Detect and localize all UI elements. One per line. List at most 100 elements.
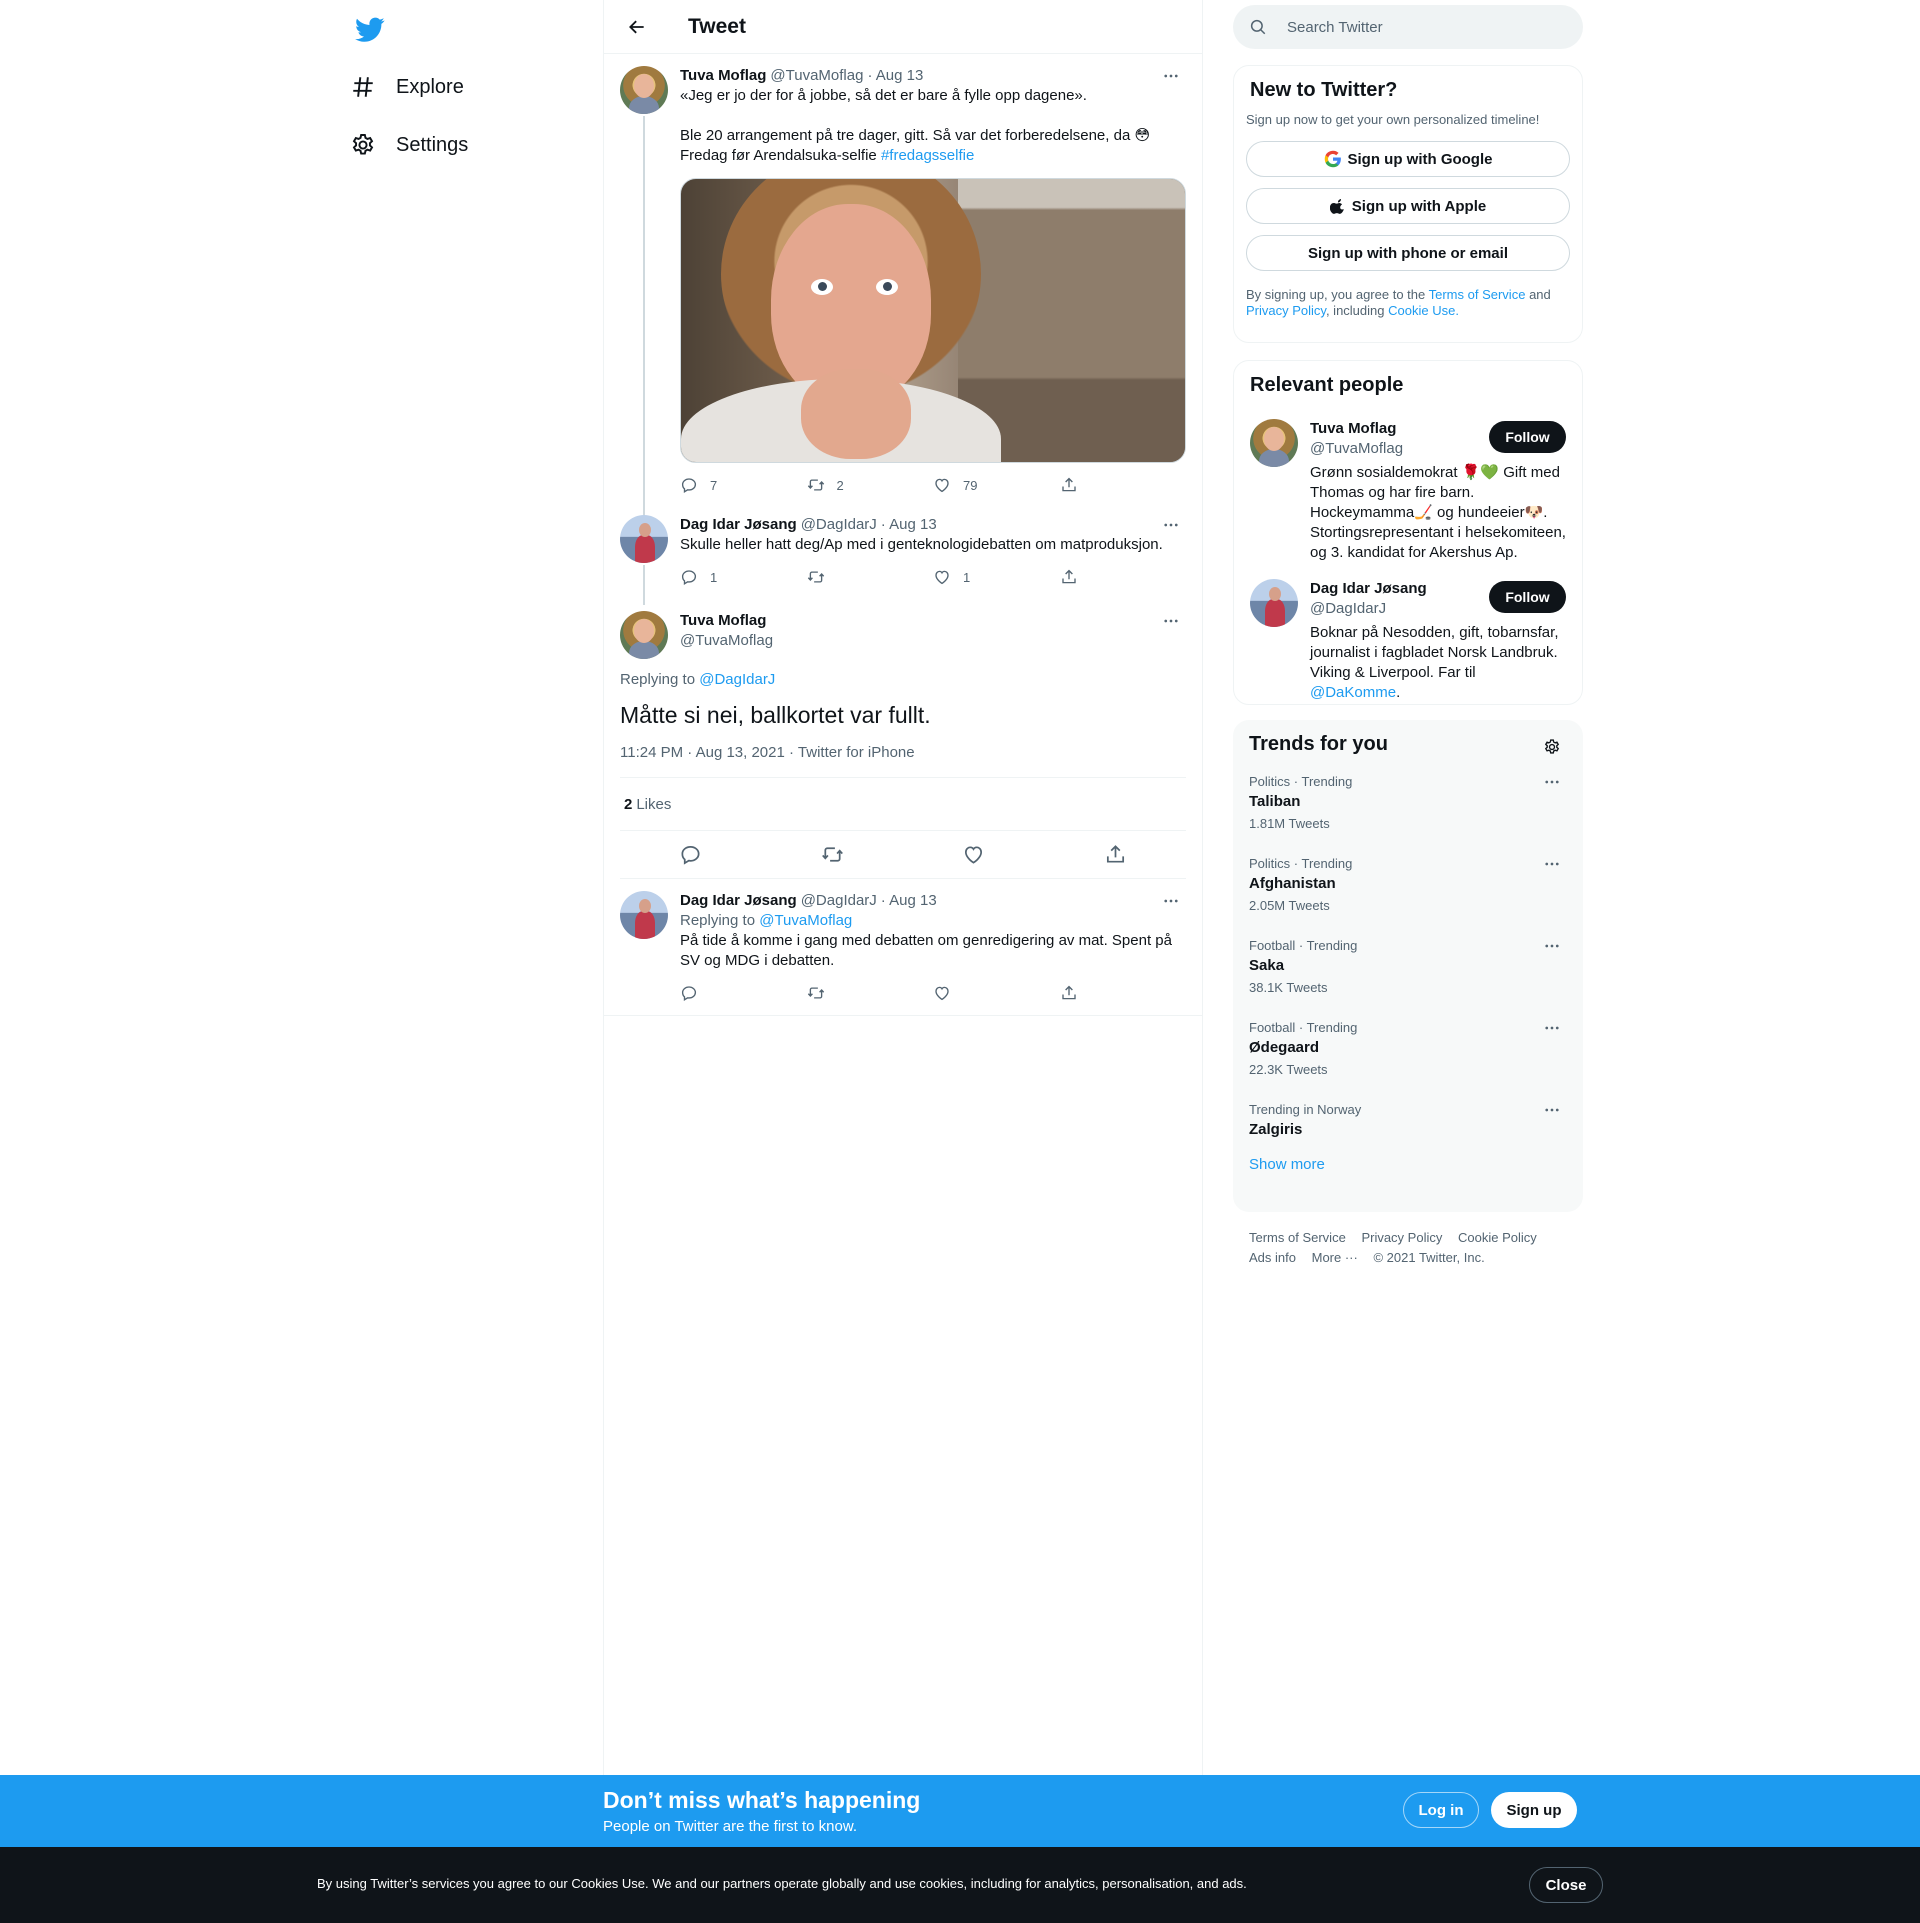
nav-item-settings[interactable]: Settings — [350, 121, 468, 169]
signup-google-button[interactable]: Sign up with Google — [1246, 141, 1570, 177]
avatar[interactable] — [620, 66, 668, 114]
avatar[interactable] — [620, 611, 668, 659]
hashtag-link[interactable]: #fredagsselfie — [881, 147, 974, 164]
signup-apple-button[interactable]: Sign up with Apple — [1246, 188, 1570, 224]
more-options-button[interactable] — [1537, 936, 1567, 956]
signup-button[interactable]: Sign up — [1491, 1792, 1577, 1828]
signup-banner: Don’t miss what’s happening People on Tw… — [0, 1775, 1920, 1847]
signup-phone-button[interactable]: Sign up with phone or email — [1246, 235, 1570, 271]
reply-button[interactable]: 7 — [680, 476, 807, 494]
more-options-button[interactable] — [1156, 611, 1186, 631]
retweet-count: 2 — [836, 477, 844, 493]
like-button[interactable]: 1 — [933, 568, 1060, 586]
replying-to-link[interactable]: @TuvaMoflag — [759, 912, 852, 929]
close-button[interactable]: Close — [1529, 1867, 1603, 1903]
author-handle[interactable]: @TuvaMoflag — [680, 632, 773, 649]
share-button[interactable] — [1060, 984, 1187, 1002]
focal-tweet: Tuva Moflag @TuvaMoflag Replying to @Dag… — [604, 599, 1202, 879]
tweet-date[interactable]: · Aug 13 — [867, 66, 923, 86]
follow-button[interactable]: Follow — [1489, 421, 1566, 453]
avatar[interactable] — [620, 891, 668, 939]
avatar[interactable] — [620, 515, 668, 563]
tweet-date[interactable]: · Aug 13 — [881, 891, 937, 911]
trend-item[interactable]: Politics · Trending Afghanistan 2.05M Tw… — [1249, 842, 1567, 924]
reply-count: 1 — [710, 569, 718, 585]
terms-link[interactable]: Terms of Service — [1429, 287, 1526, 302]
tweet-text-line: Ble 20 arrangement på tre dager, gitt. S… — [680, 127, 1151, 144]
follow-button[interactable]: Follow — [1489, 581, 1566, 613]
panel-title: New to Twitter? — [1250, 79, 1398, 101]
footer-terms-link[interactable]: Terms of Service — [1249, 1228, 1346, 1248]
search-box[interactable] — [1233, 5, 1583, 49]
like-button[interactable] — [933, 984, 1060, 1002]
tweet-date[interactable]: · Aug 13 — [881, 515, 937, 535]
reply-button[interactable] — [671, 835, 711, 875]
trend-category: Politics · Trending — [1249, 856, 1353, 871]
trend-item[interactable]: Football · Trending Ødegaard 22.3K Tweet… — [1249, 1006, 1567, 1088]
reply-button[interactable] — [680, 984, 807, 1002]
bio-mention-link[interactable]: @DaKomme — [1310, 684, 1396, 701]
thread-tweet[interactable]: Tuva Moflag @TuvaMoflag · Aug 13 «Jeg er… — [604, 54, 1202, 561]
author-handle[interactable]: @DagIdarJ — [801, 515, 877, 535]
person-card[interactable]: Follow Dag Idar Jøsang @DagIdarJ Boknar … — [1250, 579, 1566, 703]
reply-button[interactable]: 1 — [680, 568, 807, 586]
author-handle[interactable]: @DagIdarJ — [801, 891, 877, 911]
author-handle[interactable]: @TuvaMoflag — [770, 66, 863, 86]
person-bio-text: Boknar på Nesodden, gift, tobarnsfar, jo… — [1310, 624, 1559, 681]
likes-summary[interactable]: 2 Likes — [620, 778, 1186, 831]
footer-cookie-link[interactable]: Cookie Policy — [1458, 1228, 1537, 1248]
like-count: 79 — [963, 477, 978, 493]
show-more-link[interactable]: Show more — [1249, 1156, 1567, 1173]
avatar[interactable] — [1250, 579, 1298, 627]
author-name[interactable]: Dag Idar Jøsang — [680, 515, 797, 535]
more-options-button[interactable] — [1537, 1100, 1567, 1120]
thread-tweet[interactable]: Dag Idar Jøsang @DagIdarJ · Aug 13 Skull… — [604, 507, 1202, 605]
more-icon — [1543, 1101, 1561, 1119]
like-button[interactable]: 79 — [933, 476, 1060, 494]
trend-category: Trending in Norway — [1249, 1102, 1362, 1117]
twitter-bird-icon[interactable] — [350, 10, 390, 50]
share-button[interactable] — [1060, 568, 1187, 586]
login-button[interactable]: Log in — [1403, 1792, 1479, 1828]
replying-to-link[interactable]: @DagIdarJ — [699, 671, 775, 688]
nav-item-explore[interactable]: Explore — [350, 63, 464, 111]
retweet-button[interactable] — [807, 568, 934, 586]
apple-icon — [1329, 199, 1344, 214]
more-options-button[interactable] — [1537, 1018, 1567, 1038]
privacy-link[interactable]: Privacy Policy — [1246, 303, 1326, 318]
more-options-button[interactable] — [1537, 854, 1567, 874]
avatar[interactable] — [1250, 419, 1298, 467]
share-button[interactable] — [1095, 835, 1135, 875]
cookie-link[interactable]: Cookie Use. — [1388, 303, 1459, 318]
tweet-header: Tuva Moflag @TuvaMoflag · Aug 13 — [680, 66, 1186, 86]
like-button[interactable] — [954, 835, 994, 875]
retweet-button[interactable] — [812, 835, 852, 875]
trends-settings-button[interactable] — [1537, 732, 1567, 762]
more-options-button[interactable] — [1156, 66, 1186, 86]
tweet-photo[interactable] — [680, 178, 1186, 463]
footer-ads-link[interactable]: Ads info — [1249, 1248, 1296, 1268]
footer-more-link[interactable]: More ··· — [1312, 1248, 1358, 1268]
reply-tweet[interactable]: Dag Idar Jøsang @DagIdarJ · Aug 13 Reply… — [604, 879, 1202, 1016]
author-name[interactable]: Dag Idar Jøsang — [680, 891, 797, 911]
author-name[interactable]: Tuva Moflag — [680, 611, 1186, 631]
hashtag-icon — [353, 77, 373, 97]
tweet-timestamp[interactable]: 11:24 PM · Aug 13, 2021 · Twitter for iP… — [620, 744, 1186, 778]
trend-item[interactable]: Trending in Norway Zalgiris — [1249, 1088, 1567, 1148]
footer-privacy-link[interactable]: Privacy Policy — [1361, 1228, 1442, 1248]
photo-hand — [801, 369, 911, 459]
author-name[interactable]: Tuva Moflag — [680, 66, 766, 86]
search-input[interactable] — [1287, 18, 1547, 36]
share-button[interactable] — [1060, 476, 1187, 494]
trend-item[interactable]: Football · Trending Saka 38.1K Tweets — [1249, 924, 1567, 1006]
trend-category: Football · Trending — [1249, 1020, 1358, 1035]
more-options-button[interactable] — [1156, 891, 1186, 911]
person-card[interactable]: Follow Tuva Moflag @TuvaMoflag Grønn sos… — [1250, 419, 1566, 563]
more-options-button[interactable] — [1537, 772, 1567, 792]
tweet-actions — [680, 971, 1186, 1015]
back-button[interactable] — [620, 10, 654, 44]
more-options-button[interactable] — [1156, 515, 1186, 535]
retweet-button[interactable]: 2 — [807, 476, 934, 494]
trend-item[interactable]: Politics · Trending Taliban 1.81M Tweets — [1249, 760, 1567, 842]
retweet-button[interactable] — [807, 984, 934, 1002]
